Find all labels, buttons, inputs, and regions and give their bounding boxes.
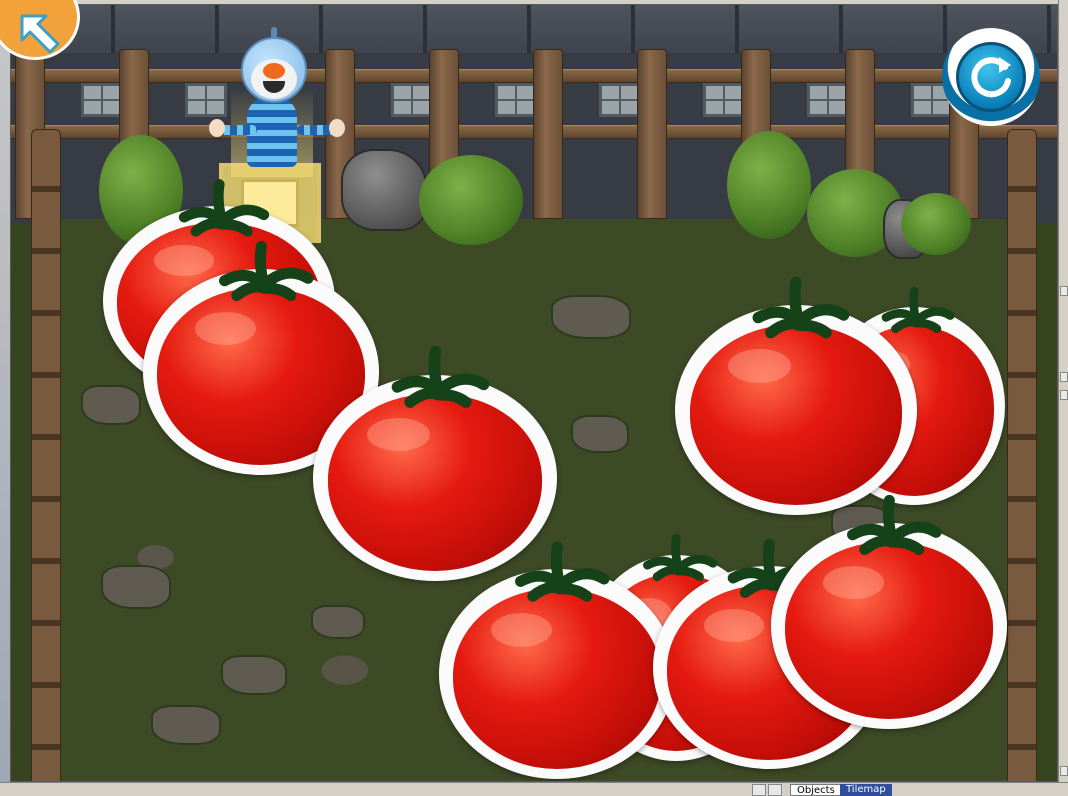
ground-stone	[221, 655, 287, 695]
wall-window	[599, 83, 641, 117]
tab-objects[interactable]: Objects	[790, 784, 842, 796]
bottom-nav-right-button[interactable]	[768, 784, 782, 796]
wall-window	[807, 83, 849, 117]
tomato-stem	[514, 541, 610, 602]
back-wall	[11, 5, 1057, 53]
ground-stone	[551, 295, 631, 339]
bush	[727, 131, 811, 239]
wall-window	[703, 83, 745, 117]
tomato-stem	[846, 494, 942, 556]
tomato-stem	[752, 276, 850, 339]
tomato-stem	[391, 345, 489, 408]
player-hand-left	[209, 119, 225, 137]
bush	[901, 193, 971, 255]
scroll-down-arrow[interactable]	[1060, 766, 1068, 776]
ground-stone	[101, 565, 171, 609]
player-character[interactable]	[209, 27, 345, 177]
wall-window	[495, 83, 537, 117]
fence-post	[533, 49, 563, 219]
restart-button-inner	[956, 42, 1026, 112]
scroll-marker[interactable]	[1060, 372, 1068, 382]
restart-button[interactable]	[942, 28, 1040, 126]
restart-icon	[971, 57, 1011, 98]
scroll-marker[interactable]	[1060, 390, 1068, 400]
tab-tilemap[interactable]: Tilemap	[840, 784, 892, 796]
editor-bottom-bar	[0, 782, 1068, 796]
player-hand-right	[329, 119, 345, 137]
tomato-stem	[218, 240, 314, 302]
fence-post-left	[31, 129, 61, 781]
wall-window	[81, 83, 123, 117]
wall-window	[391, 83, 433, 117]
tomato[interactable]	[439, 535, 675, 779]
editor-left-panel	[0, 0, 10, 786]
tomato[interactable]	[771, 489, 1007, 729]
back-button[interactable]	[0, 0, 80, 60]
ground-stone	[151, 705, 221, 745]
ground-stone	[571, 415, 629, 453]
rock	[341, 149, 427, 231]
fence-post-right	[1007, 129, 1037, 781]
fence-post	[637, 49, 667, 219]
bottom-nav-left-button[interactable]	[752, 784, 766, 796]
editor-window: S p Objects Tilemap	[0, 0, 1068, 796]
arrow-up-left-icon	[20, 14, 60, 54]
player-nose	[263, 63, 285, 79]
game-viewport[interactable]	[10, 4, 1058, 782]
scroll-marker[interactable]	[1060, 286, 1068, 296]
tomato[interactable]	[675, 271, 917, 515]
bush	[419, 155, 523, 245]
ground-stone	[311, 605, 365, 639]
